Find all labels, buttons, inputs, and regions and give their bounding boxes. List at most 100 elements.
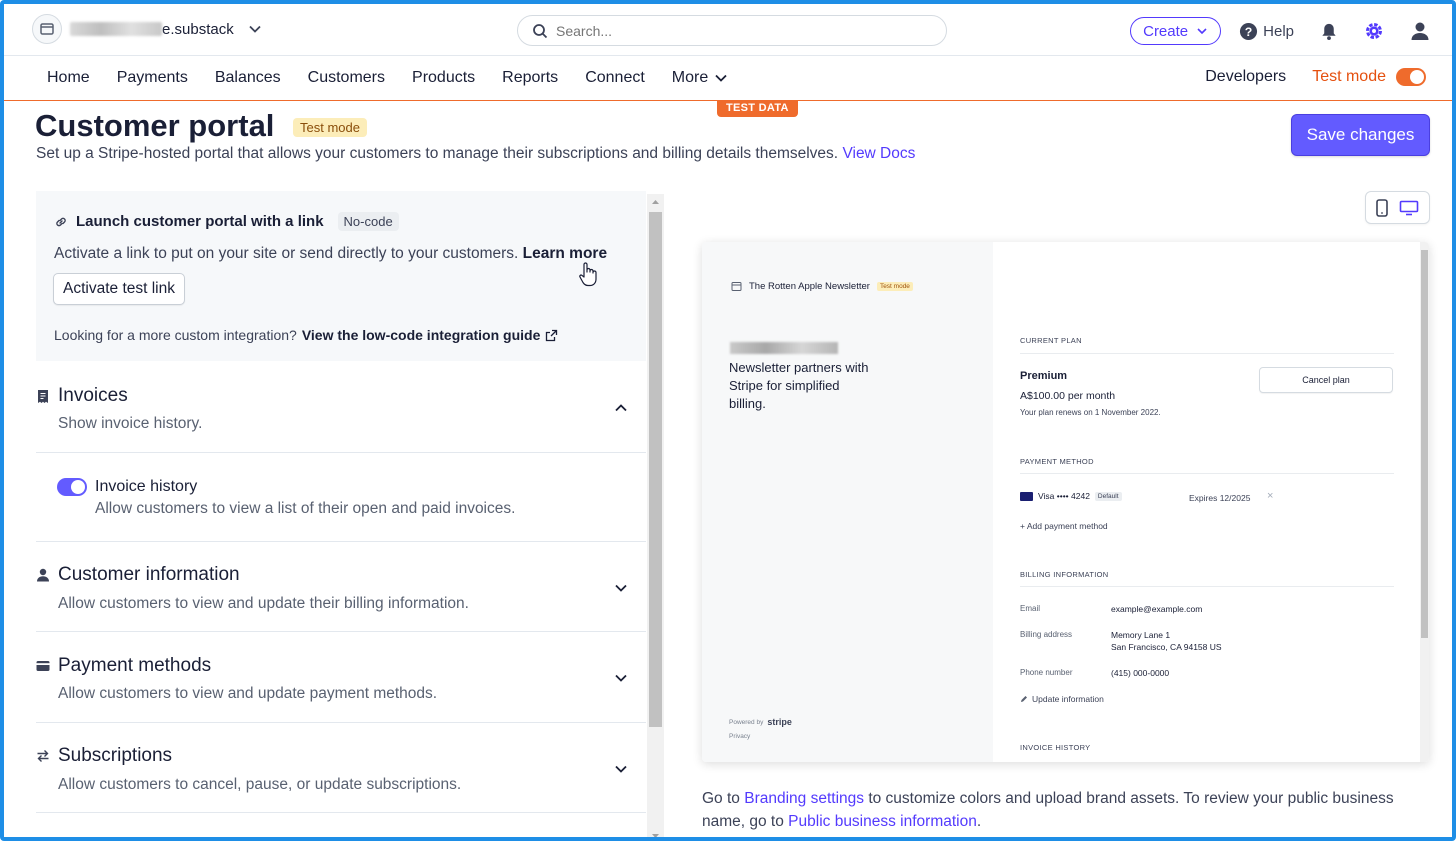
add-payment-label: Add payment method	[1026, 521, 1108, 531]
customer-info-desc: Allow customers to view and update their…	[58, 595, 469, 612]
page-subtitle: Set up a Stripe-hosted portal that allow…	[36, 145, 915, 163]
create-button[interactable]: Create	[1130, 17, 1222, 45]
search-input[interactable]	[556, 22, 916, 39]
invoice-history-heading: INVOICE HISTORY	[1020, 743, 1091, 752]
privacy-link[interactable]: Privacy	[729, 733, 750, 740]
help-button[interactable]: ? Help	[1239, 22, 1294, 41]
payment-methods-section[interactable]: Payment methods Allow customers to view …	[36, 632, 646, 723]
chevron-down-icon[interactable]	[614, 671, 628, 685]
subscriptions-desc: Allow customers to cancel, pause, or upd…	[58, 776, 462, 793]
cancel-plan-button[interactable]: Cancel plan	[1259, 367, 1393, 393]
nav-products[interactable]: Products	[412, 69, 475, 87]
test-mode-toggle[interactable]: Test mode	[1312, 68, 1426, 86]
subtitle-text: Set up a Stripe-hosted portal that allow…	[36, 145, 839, 162]
scroll-up-arrow-icon[interactable]	[647, 196, 664, 208]
chevron-up-icon[interactable]	[614, 401, 628, 415]
mobile-icon[interactable]	[1375, 198, 1388, 217]
customer-info-title: Customer information	[58, 564, 240, 585]
payment-methods-desc: Allow customers to view and update payme…	[58, 685, 438, 702]
email-label: Email	[1020, 604, 1041, 613]
account-name-redacted	[70, 22, 162, 36]
test-mode-switch[interactable]	[1396, 68, 1426, 86]
desktop-icon[interactable]	[1399, 200, 1419, 216]
svg-text:?: ?	[1245, 24, 1253, 38]
gear-icon[interactable]	[1364, 21, 1384, 41]
link-icon	[56, 217, 66, 226]
invoices-header: Invoices	[36, 385, 128, 407]
divider	[1020, 473, 1394, 474]
nav-payments[interactable]: Payments	[117, 69, 188, 87]
add-payment-method[interactable]: + Add payment method	[1020, 521, 1108, 531]
launch-title-text: Launch customer portal with a link	[76, 213, 324, 230]
arrows-swap-icon	[37, 750, 49, 762]
launch-card-title: Launch customer portal with a link No-co…	[54, 212, 399, 231]
email-value: example@example.com	[1111, 604, 1203, 614]
plan-name: Premium	[1020, 370, 1068, 382]
learn-more-link[interactable]: Learn more	[523, 245, 607, 262]
nav-customers[interactable]: Customers	[308, 69, 385, 87]
activate-test-link-button[interactable]: Activate test link	[53, 273, 185, 305]
test-mode-badge: Test mode	[293, 118, 367, 137]
bell-icon[interactable]	[1320, 22, 1338, 41]
person-icon	[37, 568, 49, 582]
account-switcher[interactable]: e.substack	[32, 14, 262, 44]
card-row: Visa •••• 4242 Default	[1020, 491, 1122, 501]
invoice-history-toggle[interactable]	[57, 478, 87, 496]
preview-brand: The Rotten Apple Newsletter Test mode	[731, 281, 913, 292]
integration-guide-link[interactable]: View the low-code integration guide	[302, 327, 541, 343]
nav-more[interactable]: More	[672, 69, 728, 87]
launch-desc-text: Activate a link to put on your site or s…	[54, 245, 519, 262]
subscriptions-section[interactable]: Subscriptions Allow customers to cancel,…	[36, 723, 646, 813]
search-bar[interactable]	[517, 15, 947, 46]
view-docs-link[interactable]: View Docs	[842, 145, 915, 162]
invoice-history-title: Invoice history	[95, 478, 198, 495]
chevron-down-icon[interactable]	[614, 762, 628, 776]
create-label: Create	[1143, 22, 1189, 40]
visa-icon	[1020, 491, 1033, 501]
invoices-section[interactable]: Invoices Show invoice history.	[36, 361, 646, 453]
preview-scrollbar[interactable]	[1420, 242, 1429, 762]
window-frame: e.substack Create ? Help Home Paymen	[0, 0, 1456, 841]
nav-developers[interactable]: Developers	[1205, 68, 1286, 86]
update-information-link[interactable]: Update information	[1020, 694, 1104, 704]
nav-reports[interactable]: Reports	[502, 69, 558, 87]
payment-methods-title: Payment methods	[58, 655, 212, 676]
invoice-history-desc: Allow customers to view a list of their …	[95, 500, 516, 517]
payment-method-heading: PAYMENT METHOD	[1020, 457, 1094, 466]
preview-scrollbar-thumb[interactable]	[1421, 250, 1428, 638]
preview-device-toggle	[1365, 191, 1430, 224]
help-icon: ?	[1240, 22, 1258, 40]
preview-brand-name: The Rotten Apple Newsletter	[749, 281, 870, 292]
phone-label: Phone number	[1020, 668, 1073, 677]
account-name: e.substack	[162, 20, 234, 38]
nav-home[interactable]: Home	[47, 69, 90, 87]
customer-information-section[interactable]: Customer information Allow customers to …	[36, 542, 646, 632]
invoices-title: Invoices	[58, 385, 128, 406]
powered-by-stripe: Powered by stripe	[729, 717, 792, 727]
address-line1: Memory Lane 1	[1111, 630, 1171, 640]
scroll-down-arrow-icon[interactable]	[647, 830, 664, 841]
launch-footer: Looking for a more custom integration? V…	[54, 327, 558, 343]
settings-scrollbar[interactable]	[647, 194, 664, 841]
address-label: Billing address	[1020, 630, 1073, 639]
chevron-down-icon[interactable]	[614, 581, 628, 595]
divider	[1020, 353, 1394, 354]
branding-note-end: .	[976, 813, 982, 830]
branding-note-text: Go to	[702, 790, 740, 807]
nav-connect[interactable]: Connect	[585, 69, 645, 87]
scrollbar-thumb[interactable]	[649, 212, 662, 727]
user-icon[interactable]	[1410, 21, 1430, 41]
branding-settings-link[interactable]: Branding settings	[744, 790, 864, 807]
current-plan-heading: CURRENT PLAN	[1020, 336, 1082, 345]
no-code-badge: No-code	[337, 212, 399, 231]
chevron-down-icon	[1197, 28, 1207, 35]
nav-balances[interactable]: Balances	[215, 69, 281, 87]
preview-sidebar: The Rotten Apple Newsletter Test mode Ne…	[702, 242, 993, 762]
remove-card-icon[interactable]: ×	[1267, 490, 1273, 502]
billing-info-heading: BILLING INFORMATION	[1020, 570, 1109, 579]
search-icon	[533, 23, 548, 38]
launch-foot-text: Looking for a more custom integration?	[54, 327, 297, 343]
public-business-info-link[interactable]: Public business information	[788, 813, 977, 830]
save-changes-button[interactable]: Save changes	[1291, 114, 1430, 156]
card-expiry: Expires 12/2025	[1189, 493, 1251, 503]
